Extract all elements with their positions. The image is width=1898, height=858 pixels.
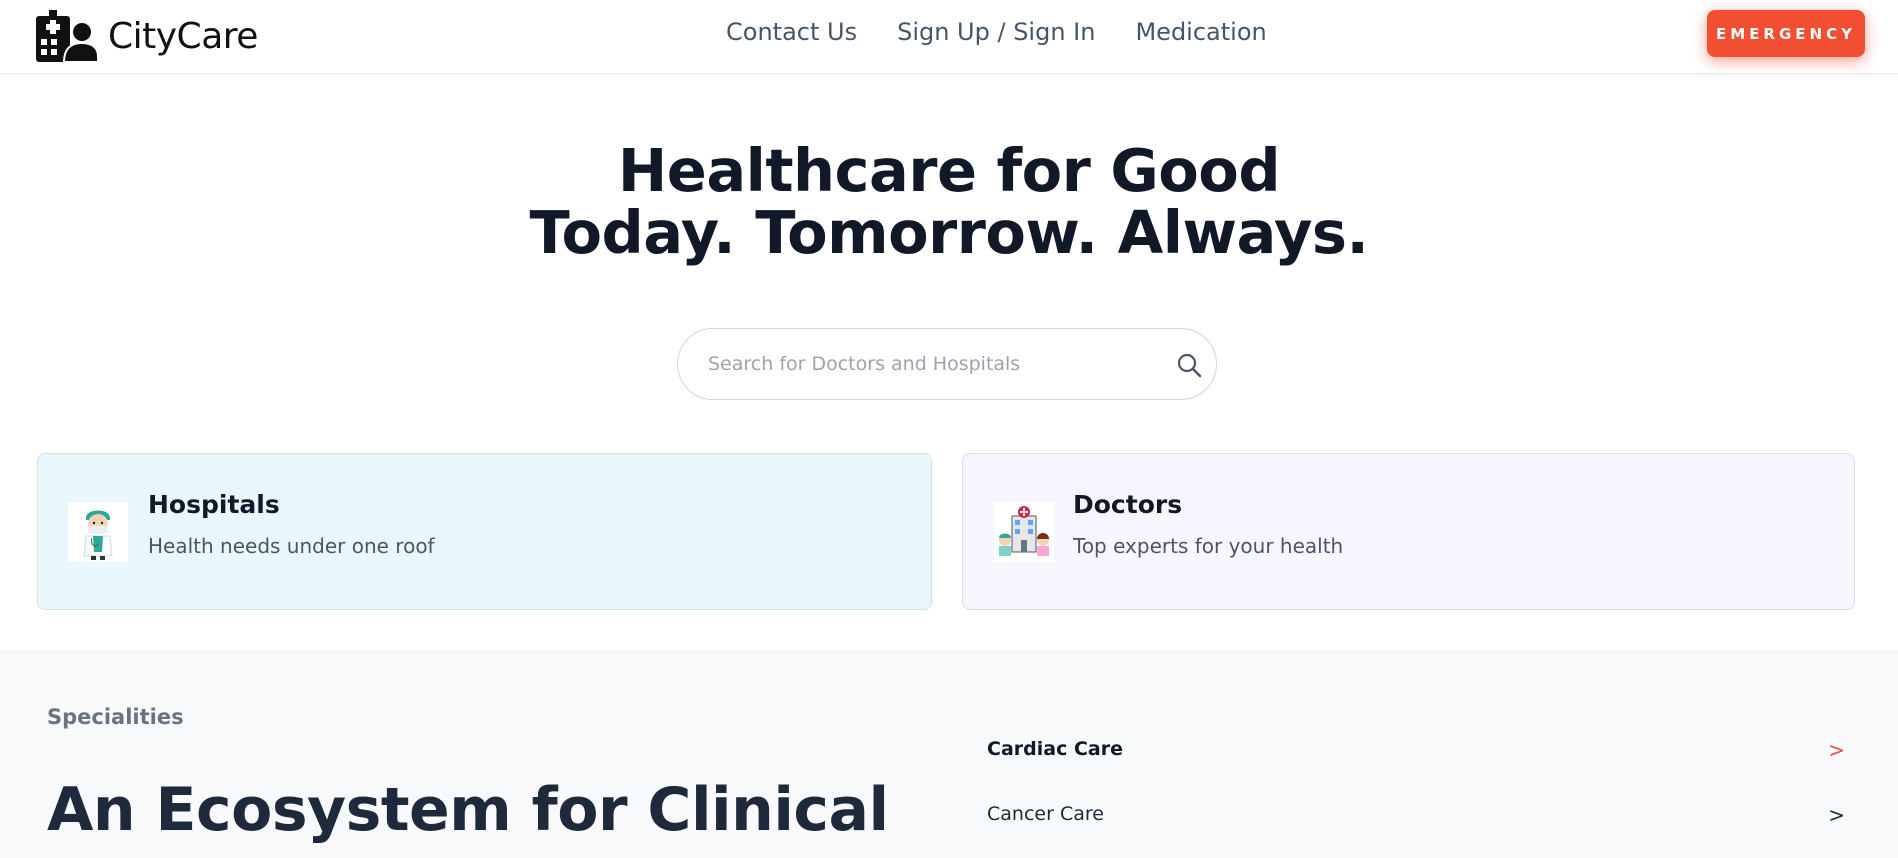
specialities-label: Specialities	[47, 705, 184, 729]
doctors-card[interactable]: Doctors Top experts for your health	[962, 453, 1855, 610]
nav-medication[interactable]: Medication	[1135, 18, 1266, 46]
hospital-illustration	[994, 502, 1054, 562]
brand-logo[interactable]: CityCare	[36, 10, 258, 62]
speciality-item-cancer-care[interactable]: Cancer Care >	[987, 803, 1845, 833]
doctor-illustration	[68, 502, 128, 562]
search-bar	[677, 328, 1217, 400]
search-icon[interactable]	[1176, 352, 1202, 378]
specialities-section: Specialities An Ecosystem for Clinical C…	[0, 650, 1898, 858]
hero-title: Healthcare for Good Today. Tomorrow. Alw…	[0, 140, 1898, 264]
hero-title-line-1: Healthcare for Good	[617, 136, 1281, 205]
brand-name: CityCare	[108, 15, 258, 57]
main-nav: Contact Us Sign Up / Sign In Medication	[726, 18, 1267, 46]
speciality-item-cardiac-care[interactable]: Cardiac Care >	[987, 738, 1845, 768]
hospitals-card[interactable]: Hospitals Health needs under one roof	[37, 453, 932, 610]
hospitals-card-title: Hospitals	[148, 490, 280, 519]
doctors-card-title: Doctors	[1073, 490, 1183, 519]
doctors-card-subtitle: Top experts for your health	[1073, 534, 1344, 558]
nav-sign-up-sign-in[interactable]: Sign Up / Sign In	[897, 18, 1095, 46]
specialities-heading: An Ecosystem for Clinical	[47, 775, 889, 845]
nav-contact-us[interactable]: Contact Us	[726, 18, 857, 46]
hospital-user-icon	[36, 10, 98, 62]
hospitals-card-subtitle: Health needs under one roof	[148, 534, 435, 558]
emergency-button[interactable]: EMERGENCY	[1707, 10, 1865, 57]
speciality-item-label: Cardiac Care	[987, 738, 1123, 760]
search-input[interactable]	[708, 349, 1148, 379]
hero-title-line-2: Today. Tomorrow. Always.	[529, 198, 1369, 267]
chevron-right-icon: >	[1828, 803, 1845, 827]
chevron-right-icon: >	[1828, 738, 1845, 762]
speciality-item-label: Cancer Care	[987, 803, 1104, 825]
top-navbar: CityCare Contact Us Sign Up / Sign In Me…	[0, 0, 1898, 74]
